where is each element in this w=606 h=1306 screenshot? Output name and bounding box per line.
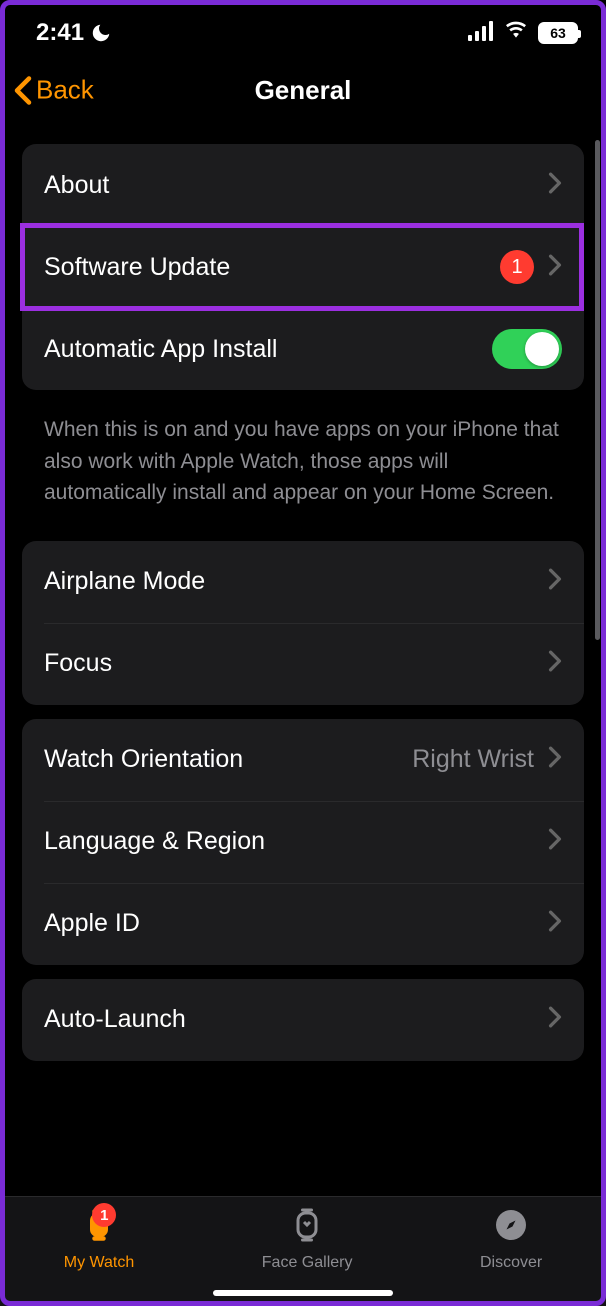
chevron-right-icon [548, 828, 562, 855]
settings-group: Auto-Launch [22, 979, 584, 1061]
chevron-right-icon [548, 1006, 562, 1033]
settings-group: Watch Orientation Right Wrist Language &… [22, 719, 584, 965]
scroll-indicator[interactable] [595, 140, 600, 640]
row-label: Automatic App Install [44, 335, 277, 364]
back-button[interactable]: Back [14, 75, 94, 106]
row-label: About [44, 171, 109, 200]
row-label: Airplane Mode [44, 567, 205, 596]
row-apple-id[interactable]: Apple ID [22, 883, 584, 965]
wifi-icon [503, 21, 529, 46]
tab-discover[interactable]: Discover [480, 1207, 542, 1272]
chevron-right-icon [548, 746, 562, 773]
tab-label: My Watch [64, 1254, 135, 1272]
row-language-region[interactable]: Language & Region [22, 801, 584, 883]
row-auto-launch[interactable]: Auto-Launch [22, 979, 584, 1061]
tab-face-gallery[interactable]: Face Gallery [262, 1207, 353, 1272]
chevron-right-icon [548, 910, 562, 937]
tab-my-watch[interactable]: 1 My Watch [64, 1207, 135, 1272]
compass-icon [493, 1207, 529, 1248]
home-indicator[interactable] [213, 1290, 393, 1296]
battery-level: 63 [538, 22, 578, 44]
row-value: Right Wrist [412, 745, 534, 774]
chevron-right-icon [548, 568, 562, 595]
battery-icon: 63 [538, 22, 578, 44]
settings-group: About Software Update 1 Automatic App In… [22, 144, 584, 390]
status-time: 2:41 [36, 19, 84, 47]
chevron-right-icon [548, 254, 562, 281]
nav-header: Back General [0, 58, 606, 122]
update-badge: 1 [500, 250, 534, 284]
row-software-update[interactable]: Software Update 1 [22, 226, 584, 308]
group-footer-text: When this is on and you have apps on you… [10, 404, 596, 527]
toggle-automatic-install[interactable] [492, 329, 562, 369]
row-label: Watch Orientation [44, 745, 243, 774]
tab-label: Discover [480, 1254, 542, 1272]
back-label: Back [36, 75, 94, 106]
row-label: Language & Region [44, 827, 265, 856]
cellular-icon [468, 21, 494, 46]
row-airplane-mode[interactable]: Airplane Mode [22, 541, 584, 623]
row-focus[interactable]: Focus [22, 623, 584, 705]
row-label: Focus [44, 649, 112, 678]
tab-label: Face Gallery [262, 1254, 353, 1272]
row-automatic-app-install[interactable]: Automatic App Install [22, 308, 584, 390]
chevron-right-icon [548, 172, 562, 199]
content-scroll[interactable]: About Software Update 1 Automatic App In… [10, 130, 596, 1196]
row-label: Software Update [44, 253, 230, 282]
chevron-right-icon [548, 650, 562, 677]
page-title: General [255, 75, 352, 106]
screen: 2:41 63 Back General About [0, 0, 606, 1306]
row-label: Auto-Launch [44, 1005, 186, 1034]
status-bar: 2:41 63 [0, 0, 606, 58]
row-about[interactable]: About [22, 144, 584, 226]
watch-face-icon [289, 1207, 325, 1248]
do-not-disturb-icon [90, 22, 112, 44]
row-label: Apple ID [44, 909, 140, 938]
row-watch-orientation[interactable]: Watch Orientation Right Wrist [22, 719, 584, 801]
settings-group: Airplane Mode Focus [22, 541, 584, 705]
